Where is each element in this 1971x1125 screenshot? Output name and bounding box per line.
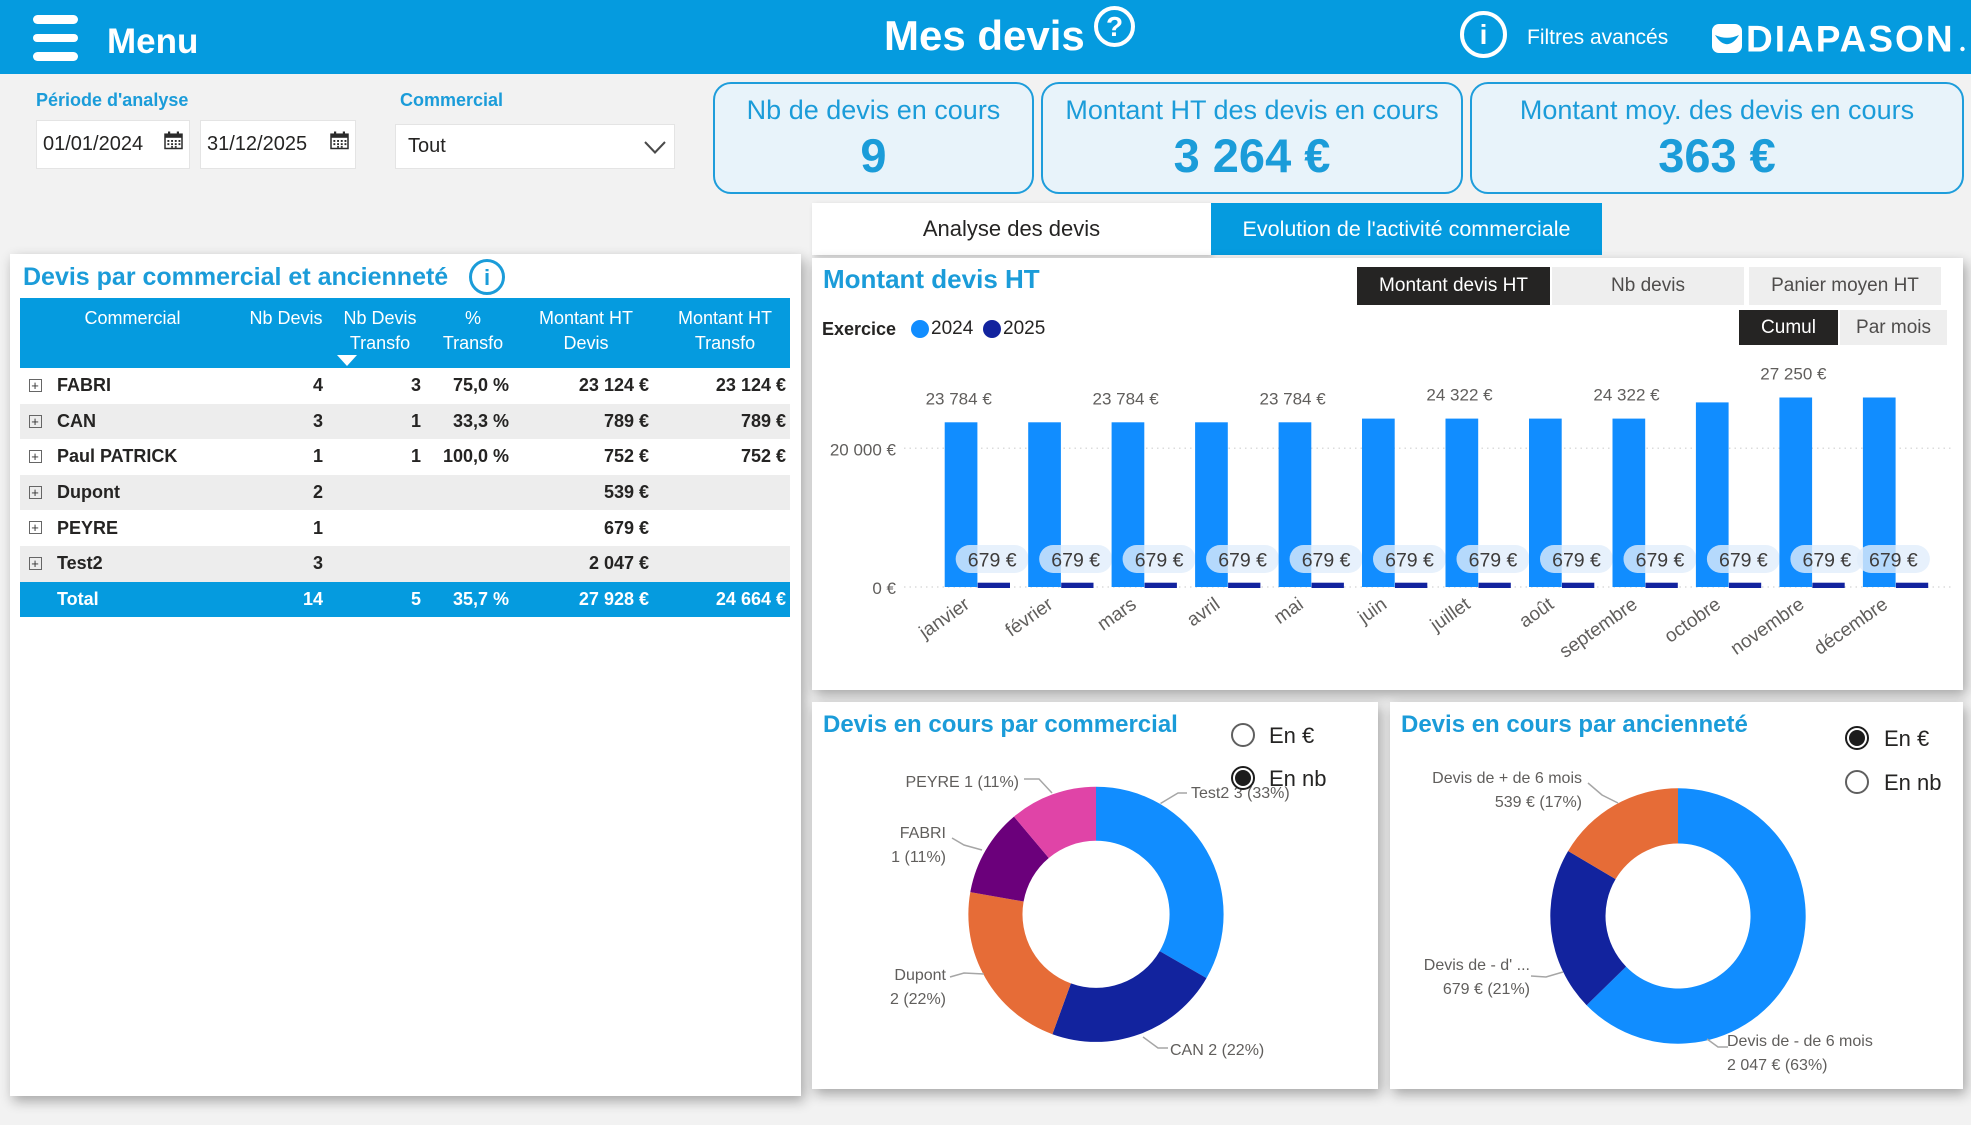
svg-text:679 €: 679 € (1869, 550, 1918, 572)
svg-text:679 €: 679 € (968, 550, 1017, 572)
svg-text:679 €: 679 € (1218, 550, 1267, 572)
svg-text:679 €: 679 € (1385, 550, 1434, 572)
svg-text:27 250 €: 27 250 € (1760, 365, 1827, 384)
svg-text:679 €: 679 € (1552, 550, 1601, 572)
svg-text:679 €: 679 € (1135, 550, 1184, 572)
svg-text:octobre: octobre (1661, 594, 1725, 648)
svg-text:août: août (1516, 593, 1559, 632)
svg-text:décembre: décembre (1811, 594, 1892, 660)
svg-text:juillet: juillet (1426, 593, 1475, 636)
svg-text:mai: mai (1270, 594, 1307, 629)
svg-text:23 784 €: 23 784 € (1093, 389, 1160, 408)
svg-text:janvier: janvier (915, 594, 974, 644)
svg-text:23 784 €: 23 784 € (926, 389, 993, 408)
svg-text:679 €: 679 € (1719, 550, 1768, 572)
svg-text:24 322 €: 24 322 € (1593, 386, 1660, 405)
svg-text:0 €: 0 € (872, 579, 896, 598)
svg-text:juin: juin (1354, 594, 1391, 629)
svg-text:mars: mars (1094, 594, 1141, 635)
svg-text:20 000 €: 20 000 € (830, 440, 897, 459)
svg-text:24 322 €: 24 322 € (1426, 386, 1493, 405)
svg-text:679 €: 679 € (1469, 550, 1518, 572)
svg-text:DIAPASON: DIAPASON (1746, 24, 1955, 56)
svg-text:23 784 €: 23 784 € (1260, 389, 1327, 408)
svg-text:septembre: septembre (1556, 594, 1642, 663)
svg-text:novembre: novembre (1727, 594, 1808, 660)
svg-text:679 €: 679 € (1302, 550, 1351, 572)
svg-text:679 €: 679 € (1051, 550, 1100, 572)
svg-text:679 €: 679 € (1636, 550, 1685, 572)
svg-text:février: février (1002, 594, 1058, 642)
svg-text:679 €: 679 € (1802, 550, 1851, 572)
svg-text:avril: avril (1183, 594, 1224, 631)
